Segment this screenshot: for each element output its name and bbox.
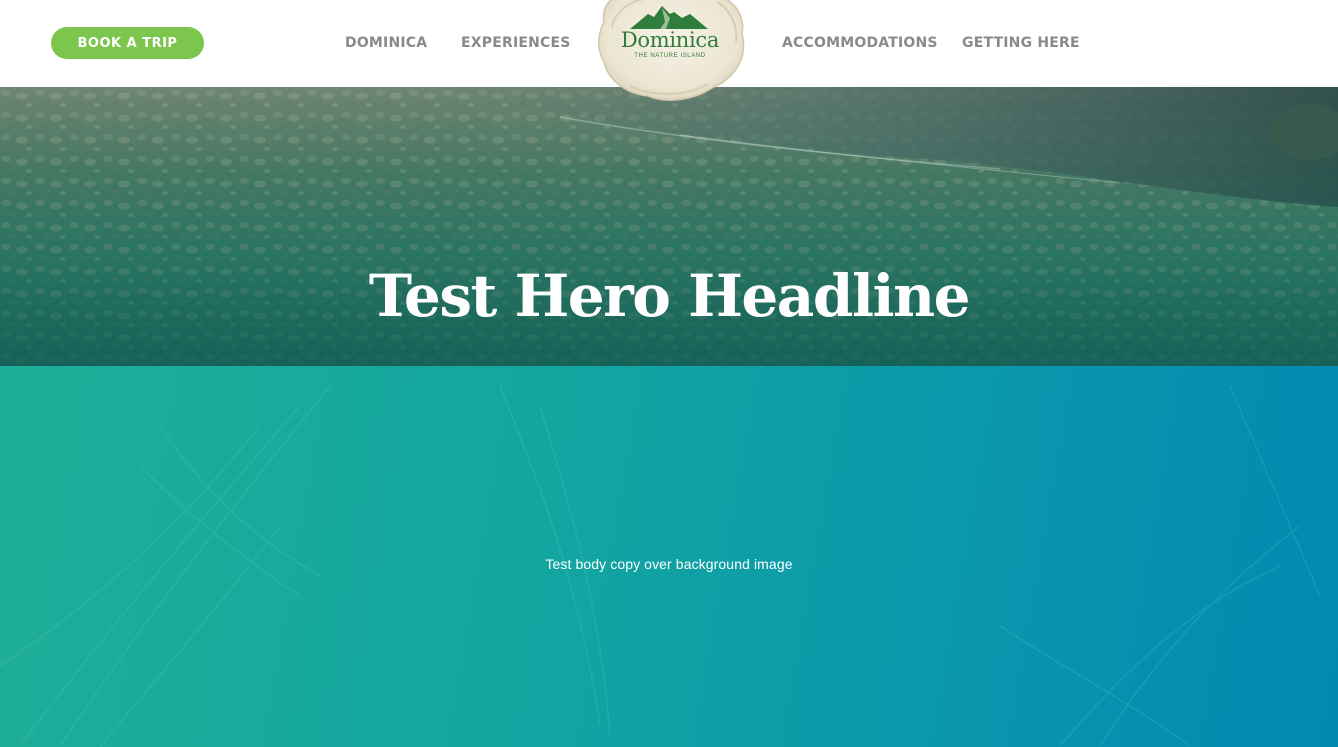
nav-link-dominica[interactable]: DOMINICA [345,33,427,53]
nav-link-experiences[interactable]: EXPERIENCES [461,33,571,53]
nav-link-accommodations[interactable]: ACCOMMODATIONS [782,33,938,53]
site-logo[interactable]: Dominica THE NATURE ISLAND [590,0,750,106]
hero-headline: Test Hero Headline [368,262,971,330]
body-section: Test body copy over background image [0,366,1338,747]
logo-tagline: THE NATURE ISLAND [634,53,706,59]
book-a-trip-button[interactable]: BOOK A TRIP [51,27,204,59]
nav-link-getting-here[interactable]: GETTING HERE [962,33,1080,53]
hero-section: Test Hero Headline [0,87,1338,366]
body-copy: Test body copy over background image [545,556,793,572]
logo-wordmark: Dominica [620,28,720,52]
